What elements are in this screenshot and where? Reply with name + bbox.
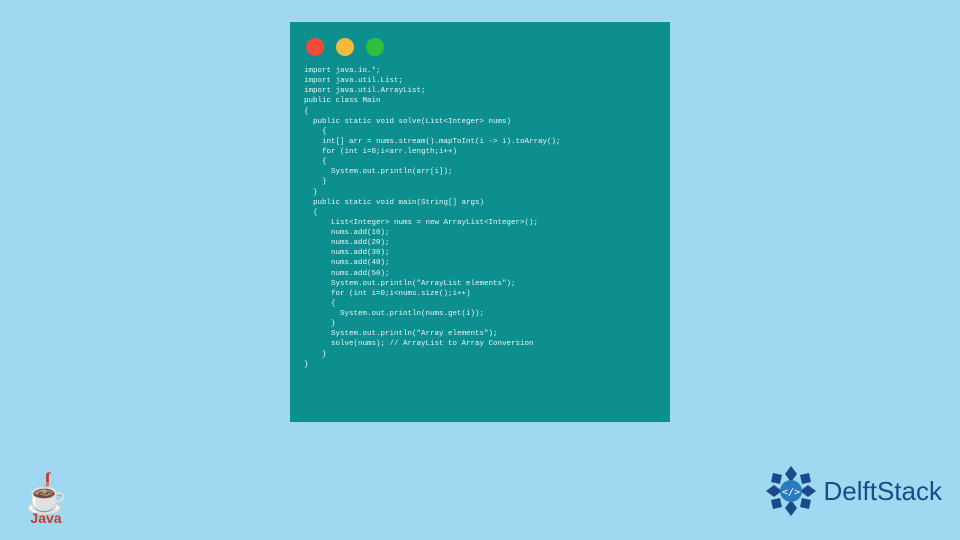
delftstack-icon: </> [764,464,818,518]
code-block: import java.io.*; import java.util.List;… [304,66,656,370]
minimize-icon[interactable] [336,38,354,56]
java-cup-icon: ☕ [18,485,74,512]
delftstack-label: DelftStack [824,476,943,507]
close-icon[interactable] [306,38,324,56]
svg-text:</>: </> [781,487,799,498]
java-logo: ∫∫ ☕ Java [18,475,74,526]
code-window: import java.io.*; import java.util.List;… [290,22,670,422]
traffic-lights [304,32,656,66]
maximize-icon[interactable] [366,38,384,56]
delftstack-logo: </> DelftStack [764,464,943,518]
